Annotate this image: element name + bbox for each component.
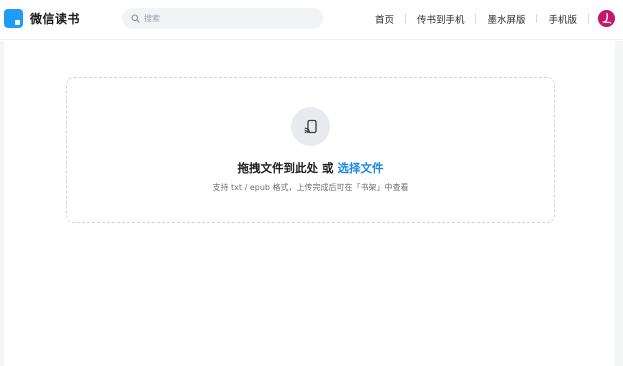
nav-item-send-to-phone[interactable]: 传书到手机: [406, 12, 476, 26]
weread-logo-icon: [4, 8, 23, 28]
nav-divider: [588, 14, 589, 23]
file-dropzone[interactable]: 拖拽文件到此处 或 选择文件 支持 txt / epub 格式，上传完成后可在「…: [66, 77, 555, 223]
top-header: 微信读书 首页 传书到手机 墨水屏版 手机版: [0, 0, 623, 40]
dropzone-hint: 支持 txt / epub 格式，上传完成后可在「书架」中查看: [212, 183, 409, 192]
right-gutter: [615, 41, 623, 366]
search-box[interactable]: [122, 8, 323, 29]
top-nav: 首页 传书到手机 墨水屏版 手机版: [364, 0, 589, 37]
search-input[interactable]: [144, 11, 304, 26]
logo-text: 微信读书: [30, 11, 81, 26]
cast-icon: [304, 119, 317, 133]
upload-icon-circle: [291, 107, 330, 146]
page: 微信读书 首页 传书到手机 墨水屏版 手机版: [0, 0, 623, 366]
avatar[interactable]: [598, 10, 615, 27]
select-file-link[interactable]: 选择文件: [338, 161, 384, 175]
nav-item-home[interactable]: 首页: [364, 12, 405, 26]
search-icon: [131, 14, 140, 23]
nav-item-eink[interactable]: 墨水屏版: [476, 12, 536, 26]
dropzone-title: 拖拽文件到此处 或 选择文件: [67, 160, 554, 176]
avatar-image-icon: [598, 10, 615, 27]
logo[interactable]: 微信读书: [4, 8, 80, 28]
nav-item-mobile[interactable]: 手机版: [537, 12, 588, 26]
dropzone-title-text: 拖拽文件到此处 或: [237, 161, 334, 175]
